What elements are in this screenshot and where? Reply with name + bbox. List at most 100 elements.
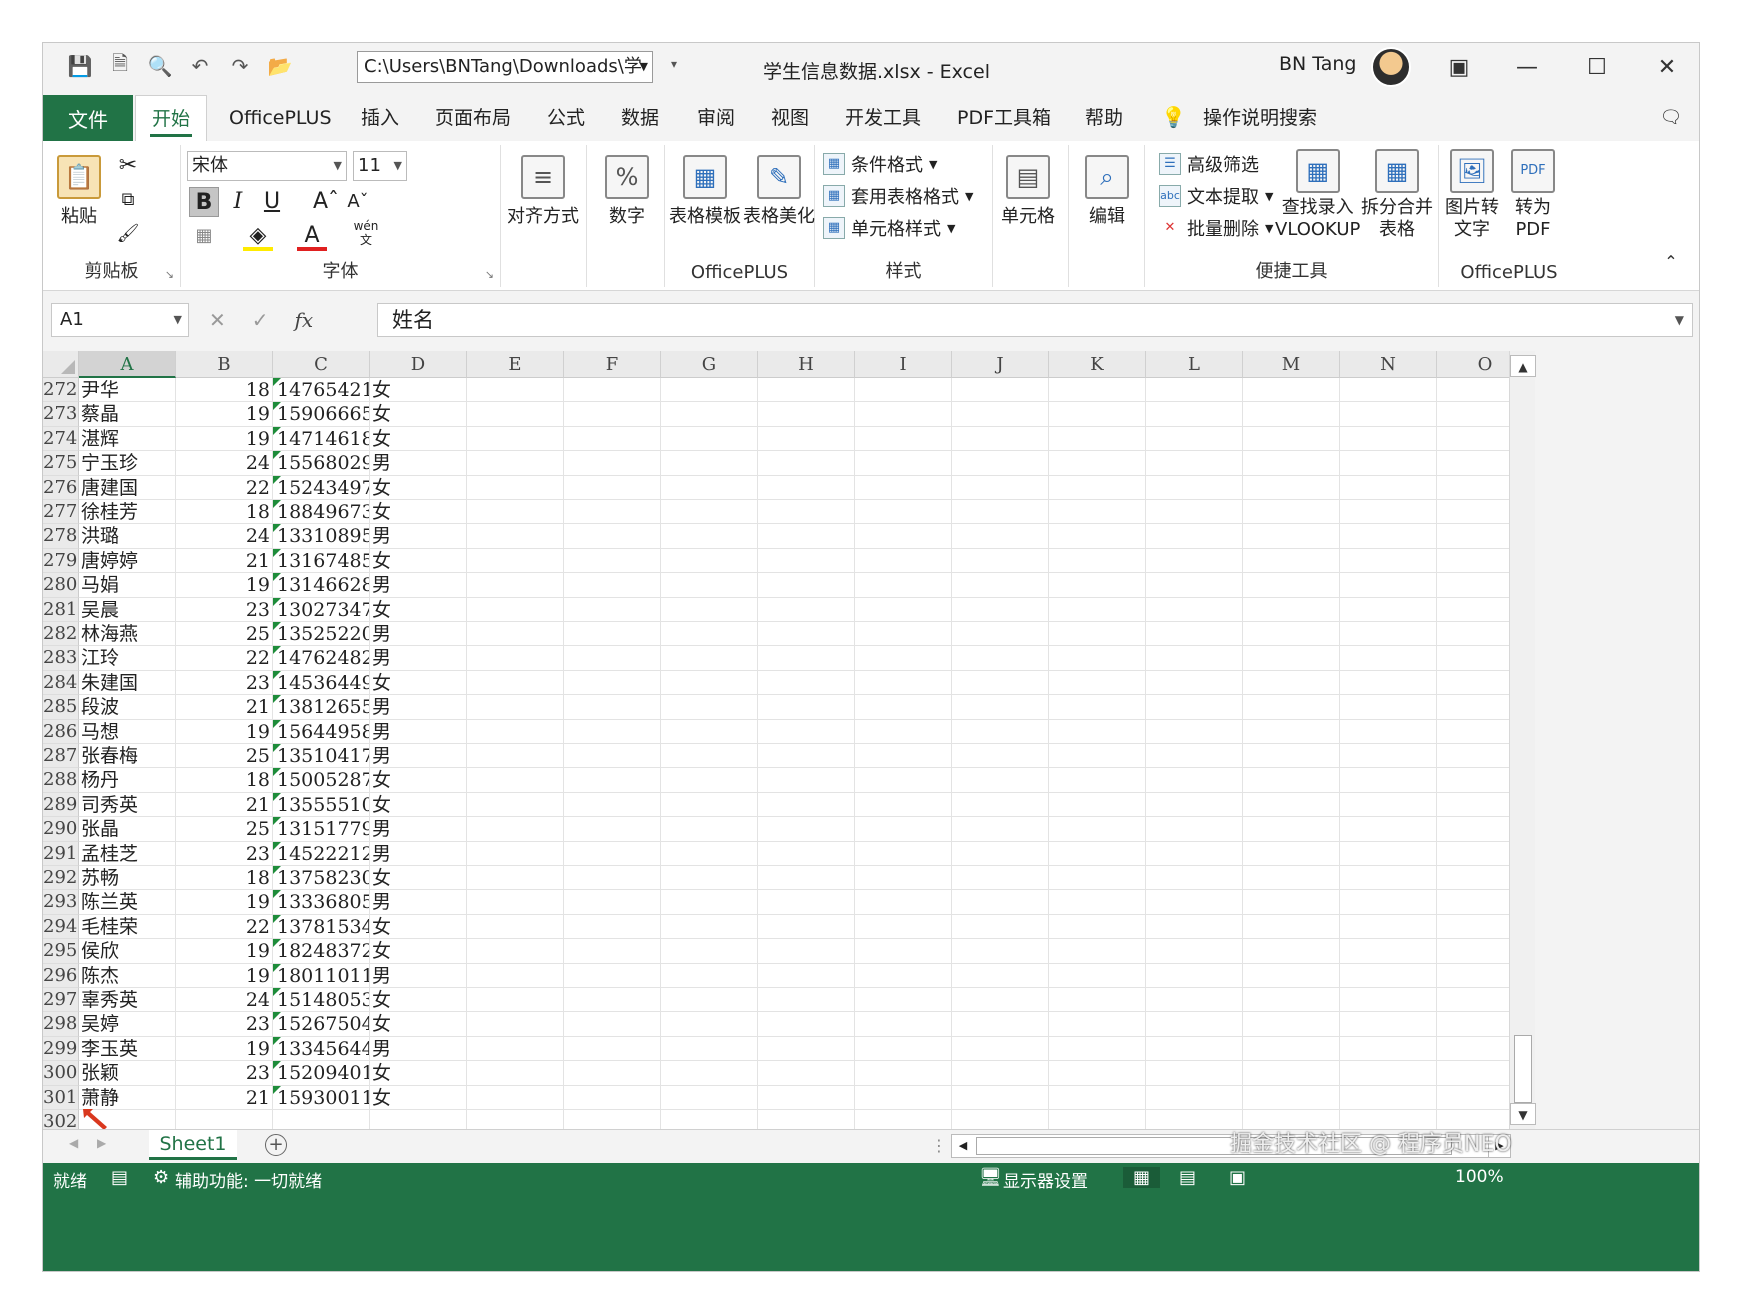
table-cell[interactable] <box>1049 451 1146 476</box>
table-cell[interactable]: 25 <box>176 744 273 769</box>
table-cell[interactable]: 唐建国 <box>79 475 176 500</box>
table-cell[interactable] <box>952 1036 1049 1062</box>
table-cell[interactable] <box>467 768 564 793</box>
table-cell[interactable] <box>1243 524 1340 549</box>
table-cell[interactable] <box>661 573 758 598</box>
scroll-down-icon[interactable]: ▼ <box>1510 1103 1536 1125</box>
table-cell[interactable] <box>564 841 661 866</box>
tab-help[interactable]: 帮助 <box>1085 95 1123 141</box>
table-cell[interactable] <box>1340 1012 1437 1037</box>
table-cell[interactable] <box>1146 670 1243 696</box>
table-cell[interactable] <box>758 744 855 769</box>
table-cell[interactable]: 23 <box>176 1012 273 1037</box>
table-cell[interactable] <box>661 451 758 476</box>
table-cell[interactable] <box>661 1085 758 1110</box>
table-cell[interactable] <box>1146 768 1243 793</box>
table-cell[interactable]: 洪璐 <box>79 524 176 549</box>
table-cell[interactable]: 1355551099 <box>273 792 370 818</box>
table-cell[interactable] <box>758 670 855 696</box>
copy-icon[interactable]: ⧉ <box>113 185 143 215</box>
table-cell[interactable] <box>952 524 1049 549</box>
row-header[interactable]: 299 <box>43 1036 79 1062</box>
normal-view-icon[interactable]: ▦ <box>1123 1167 1161 1188</box>
table-cell[interactable]: 毛桂荣 <box>79 914 176 940</box>
table-cell[interactable] <box>1340 988 1437 1013</box>
table-cell[interactable] <box>467 866 564 891</box>
table-cell[interactable]: 1315177933 <box>273 817 370 842</box>
table-cell[interactable] <box>661 475 758 500</box>
row-header[interactable]: 300 <box>43 1061 79 1086</box>
table-cell[interactable] <box>758 841 855 866</box>
table-cell[interactable] <box>1146 426 1243 452</box>
table-cell[interactable] <box>758 500 855 525</box>
tab-view[interactable]: 视图 <box>771 95 809 141</box>
table-cell[interactable] <box>467 1036 564 1062</box>
add-sheet-icon[interactable]: + <box>265 1134 287 1156</box>
table-cell[interactable] <box>1049 963 1146 988</box>
table-cell[interactable]: 24 <box>176 988 273 1013</box>
table-cell[interactable] <box>1243 1012 1340 1037</box>
table-cell[interactable] <box>564 426 661 452</box>
table-cell[interactable] <box>1340 768 1437 793</box>
table-cell[interactable] <box>661 914 758 940</box>
table-cell[interactable] <box>1340 573 1437 598</box>
table-cell[interactable] <box>952 475 1049 500</box>
table-cell[interactable]: 1590666542 <box>273 402 370 427</box>
table-cell[interactable] <box>1243 719 1340 744</box>
format-painter-icon[interactable]: 🖌 <box>113 219 143 249</box>
table-cell[interactable]: 江玲 <box>79 646 176 671</box>
table-cell[interactable] <box>467 890 564 915</box>
column-header[interactable]: A <box>79 351 176 378</box>
table-cell[interactable] <box>1243 402 1340 427</box>
font-size-select[interactable]: 11 ▼ <box>353 151 407 181</box>
table-cell[interactable]: 女 <box>370 597 467 622</box>
table-cell[interactable] <box>1243 475 1340 500</box>
table-cell[interactable] <box>467 744 564 769</box>
table-cell[interactable] <box>855 670 952 696</box>
column-header[interactable]: D <box>370 351 467 378</box>
table-cell[interactable] <box>1146 719 1243 744</box>
table-cell[interactable] <box>952 866 1049 891</box>
cells-button[interactable]: ▤ 单元格 <box>1001 155 1055 229</box>
table-cell[interactable] <box>1146 646 1243 671</box>
table-cell[interactable] <box>467 622 564 647</box>
table-cell[interactable] <box>661 719 758 744</box>
row-header[interactable]: 296 <box>43 963 79 988</box>
table-cell[interactable] <box>1243 548 1340 574</box>
table-cell[interactable]: 19 <box>176 402 273 427</box>
table-cell[interactable] <box>564 988 661 1013</box>
table-cell[interactable] <box>1340 695 1437 720</box>
table-cell[interactable]: 男 <box>370 573 467 598</box>
table-cell[interactable]: 男 <box>370 1036 467 1062</box>
table-cell[interactable] <box>952 792 1049 818</box>
table-cell[interactable]: 1352522016 <box>273 622 370 647</box>
table-cell[interactable] <box>952 451 1049 476</box>
table-cell[interactable]: 19 <box>176 963 273 988</box>
table-cell[interactable]: 21 <box>176 548 273 574</box>
table-cell[interactable] <box>564 500 661 525</box>
table-cell[interactable]: 李玉英 <box>79 1036 176 1062</box>
table-cell[interactable] <box>758 378 855 403</box>
vlookup-button[interactable]: ▦ 查找录入 VLOOKUP <box>1275 149 1360 241</box>
table-cell[interactable] <box>1340 475 1437 500</box>
table-cell[interactable]: 男 <box>370 841 467 866</box>
table-cell[interactable] <box>661 939 758 964</box>
table-cell[interactable]: 蔡晶 <box>79 402 176 427</box>
row-header[interactable]: 276 <box>43 475 79 500</box>
table-cell[interactable]: 女 <box>370 1061 467 1086</box>
alignment-button[interactable]: ≡ 对齐方式 <box>507 155 579 229</box>
table-cell[interactable]: 21 <box>176 1085 273 1110</box>
table-cell[interactable] <box>467 914 564 940</box>
table-cell[interactable] <box>855 914 952 940</box>
tell-me-search[interactable]: 操作说明搜索 <box>1203 95 1317 141</box>
table-cell[interactable]: 1471461817 <box>273 426 370 452</box>
table-cell[interactable] <box>467 963 564 988</box>
table-cell[interactable] <box>1340 451 1437 476</box>
borders-icon[interactable]: ▦ <box>189 221 219 251</box>
table-cell[interactable] <box>952 890 1049 915</box>
table-cell[interactable] <box>564 866 661 891</box>
table-cell[interactable] <box>1340 524 1437 549</box>
table-cell[interactable] <box>467 573 564 598</box>
table-cell[interactable]: 23 <box>176 841 273 866</box>
table-cell[interactable] <box>1340 1085 1437 1110</box>
